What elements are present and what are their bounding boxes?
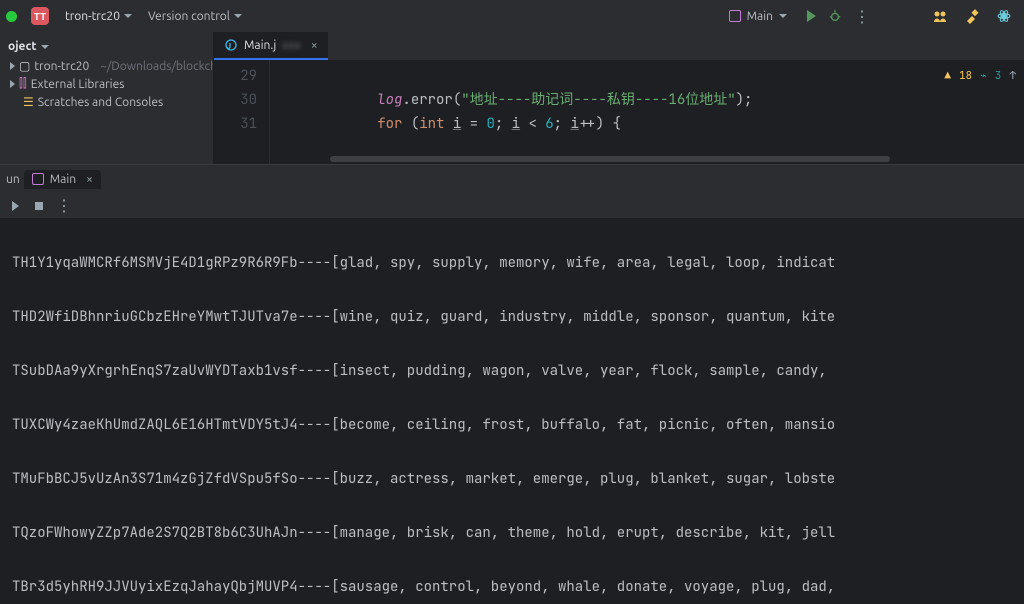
editor-tab-label: Main.j (244, 39, 276, 52)
console-line: TUXCWy4zaeKhUmdZAQL6E16HTmtVDY5tJ4----[b… (12, 412, 1024, 439)
run-tab-main[interactable]: Main × (24, 170, 101, 189)
code-editor[interactable]: 29 30 31 log.error("地址----助记词----私钥----1… (214, 60, 1024, 164)
chevron-down-icon (234, 14, 242, 18)
close-tab-button[interactable]: × (86, 173, 93, 186)
debug-button[interactable] (828, 9, 842, 23)
editor-tab-main[interactable]: Main.j xxx × (214, 32, 328, 60)
tree-root-name: tron-trc20 (34, 60, 89, 73)
line-number: 31 (214, 112, 257, 136)
window-maximize-dot[interactable] (6, 11, 17, 22)
vcs-label: Version control (148, 10, 230, 23)
run-config-name: Main (747, 10, 773, 23)
build-icon[interactable] (964, 8, 980, 24)
tree-external-libs[interactable]: ⫿⫿ External Libraries (0, 75, 213, 93)
more-actions-icon[interactable]: ⋮ (854, 7, 870, 26)
chevron-right-icon (10, 80, 15, 88)
warning-icon: ▲ (944, 64, 951, 88)
tree-scratches[interactable]: ☰ Scratches and Consoles (0, 93, 213, 111)
chevron-right-icon (10, 62, 15, 70)
run-tabs: un Main × (0, 165, 1024, 193)
java-file-icon (224, 38, 238, 52)
run-button[interactable] (807, 10, 816, 22)
console-output[interactable]: TH1Y1yqaWMCRf6MSMVjE4D1gRPz9R6R9Fb----[g… (0, 219, 1024, 604)
scroll-up-icon[interactable]: ↑ (1009, 64, 1016, 88)
console-line: TBr3d5yhRH9JJVUyixEzqJahayQbjMUVP4----[s… (12, 574, 1024, 601)
line-number: 30 (214, 88, 257, 112)
stop-button[interactable] (32, 199, 46, 213)
editor: Main.j xxx × 29 30 31 log.error("地址----助… (214, 32, 1024, 164)
project-pane-header[interactable]: oject (0, 36, 213, 57)
line-number: 29 (214, 64, 257, 88)
editor-tabs: Main.j xxx × (214, 32, 1024, 60)
run-tab-label: Main (50, 173, 76, 186)
project-avatar[interactable]: TT (31, 7, 49, 25)
rerun-button[interactable] (8, 199, 22, 213)
folder-icon: ▢ (19, 59, 30, 73)
tree-root[interactable]: ▢ tron-trc20 ~/Downloads/blockchain-mast… (0, 57, 213, 75)
project-pane-label: oject (8, 40, 37, 53)
project-name: tron-trc20 (65, 10, 120, 23)
chevron-down-icon (124, 14, 132, 18)
run-config-icon (32, 173, 44, 185)
vcs-menu[interactable]: Version control (142, 6, 248, 27)
gutter: 29 30 31 (214, 60, 270, 164)
console-line: TH1Y1yqaWMCRf6MSMVjE4D1gRPz9R6R9Fb----[g… (12, 250, 1024, 277)
chevron-down-icon (779, 14, 787, 18)
titlebar: TT tron-trc20 Version control Main ⋮ (0, 0, 1024, 32)
run-tool-label[interactable]: un (6, 173, 20, 186)
code-text[interactable]: log.error("地址----助记词----私钥----16位地址"); f… (270, 60, 1024, 164)
ai-assistant-icon[interactable] (996, 8, 1012, 24)
tree-root-path: ~/Downloads/blockchain-master (100, 60, 213, 73)
tree-label: Scratches and Consoles (38, 96, 164, 109)
run-toolbar: ⋮ (0, 193, 1024, 219)
run-config-icon (729, 10, 741, 22)
editor-h-scrollbar[interactable] (270, 154, 1024, 164)
library-icon: ⫿⫿ (19, 77, 27, 91)
typo-icon: ⌁ (980, 64, 987, 88)
chevron-down-icon (41, 45, 49, 49)
console-line: TQzoFWhowyZZp7Ade2S7Q2BT8b6C3UhAJn----[m… (12, 520, 1024, 547)
scratches-icon: ☰ (23, 95, 34, 109)
run-config-selector[interactable]: Main (721, 8, 795, 25)
project-tool-window[interactable]: oject ▢ tron-trc20 ~/Downloads/blockchai… (0, 32, 214, 164)
warning-count: 18 (959, 64, 972, 88)
code-with-me-icon[interactable] (932, 8, 948, 24)
inspection-widget[interactable]: ▲ 18 ⌁ 3 ↑ (944, 64, 1016, 88)
typo-count: 3 (995, 64, 1002, 88)
console-line: THD2WfiDBhnriuGCbzEHreYMwtTJUTva7e----[w… (12, 304, 1024, 331)
workspace: oject ▢ tron-trc20 ~/Downloads/blockchai… (0, 32, 1024, 164)
console-line: TMuFbBCJ5vUzAn3S71m4zGjZfdVSpu5fSo----[b… (12, 466, 1024, 493)
tree-label: External Libraries (31, 78, 125, 91)
close-tab-button[interactable]: × (311, 39, 318, 52)
project-selector[interactable]: tron-trc20 (53, 6, 138, 27)
run-tool-window: un Main × ⋮ TH1Y1yqaWMCRf6MSMVjE4D1gRPz9… (0, 164, 1024, 604)
more-icon[interactable]: ⋮ (56, 196, 72, 215)
console-line: TSubDAa9yXrgrhEnqS7zaUvWYDTaxb1vsf----[i… (12, 358, 1024, 385)
